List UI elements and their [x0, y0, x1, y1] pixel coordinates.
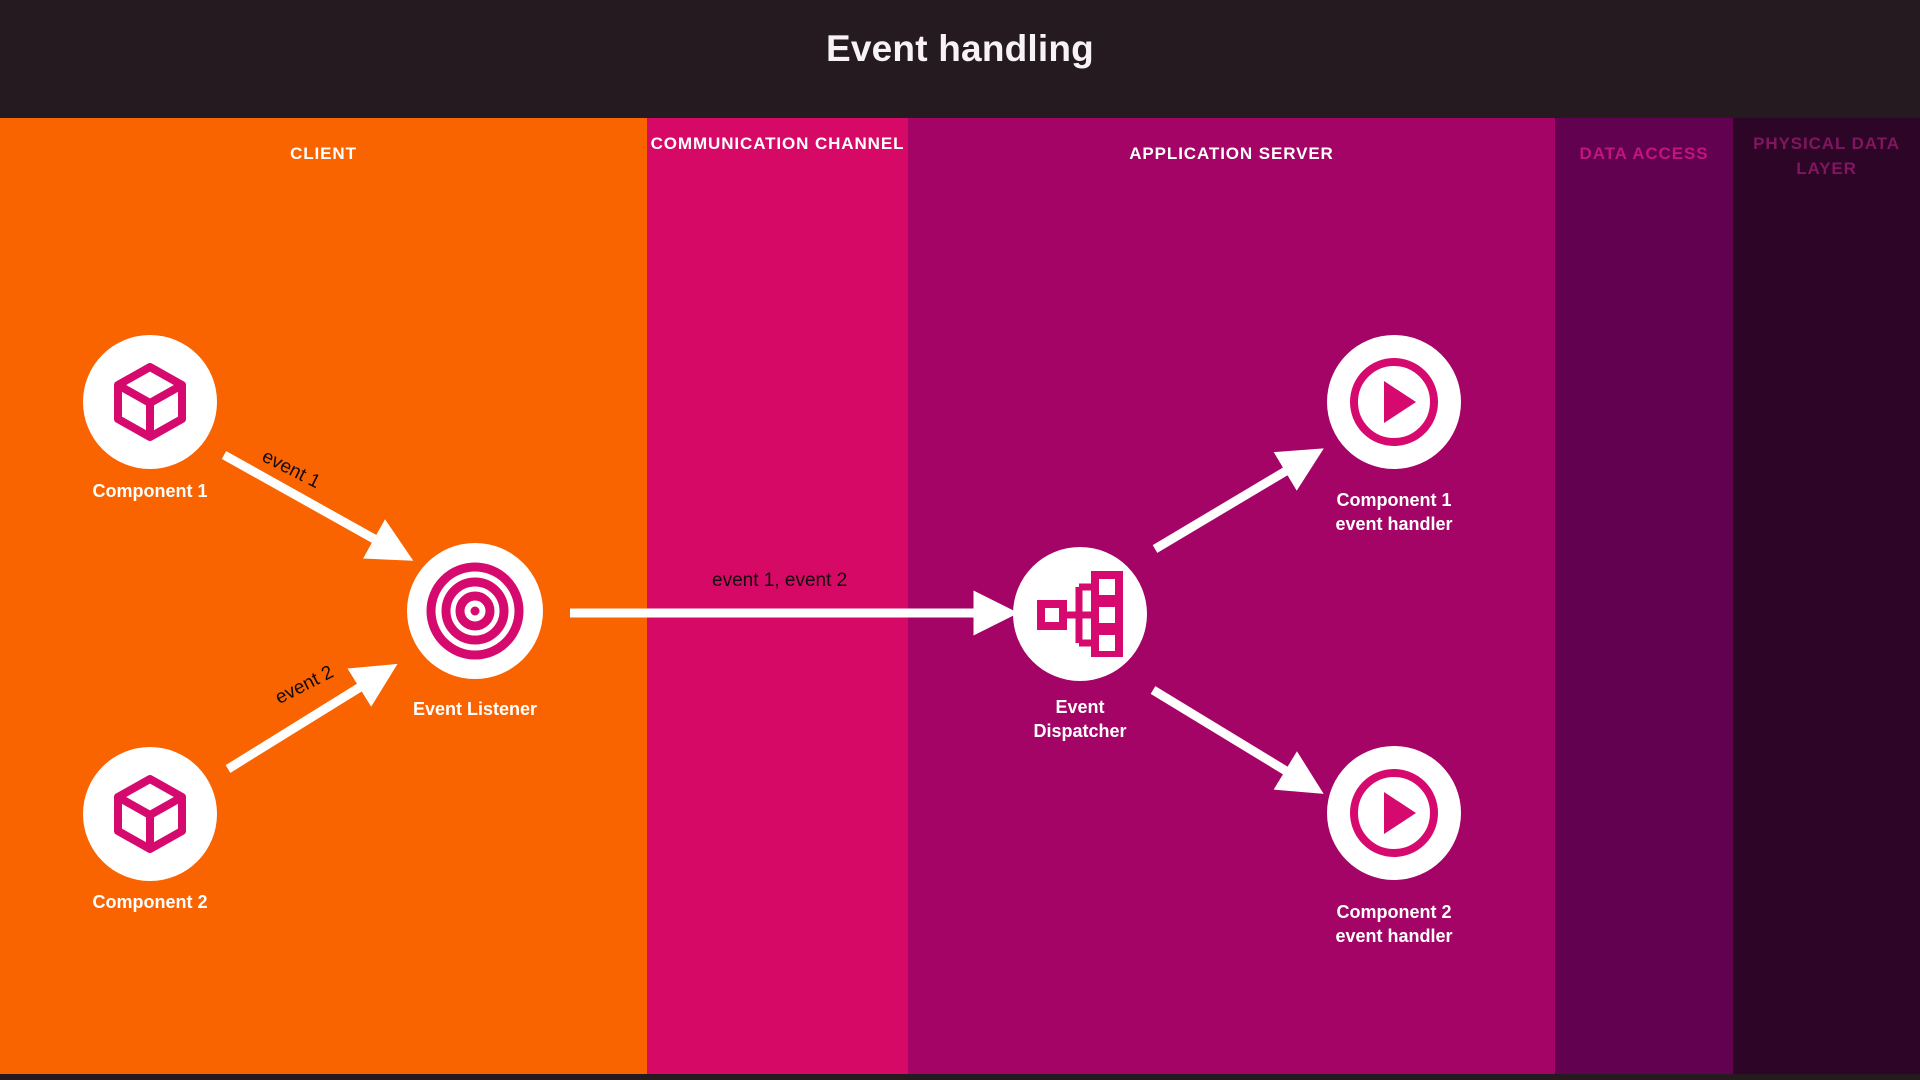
lane-label-physical-data-layer: PHYSICAL DATA LAYER [1753, 134, 1900, 178]
hierarchy-icon [1037, 571, 1123, 657]
play-icon [1350, 358, 1438, 446]
play-icon [1350, 769, 1438, 857]
lane-data-access: DATA ACCESS [1555, 118, 1733, 1080]
component-2-disc [83, 747, 217, 881]
bullseye-icon [426, 562, 524, 660]
component-2-handler-disc [1327, 746, 1461, 880]
component-2-label: Component 2 [92, 892, 208, 912]
component-1-label: Component 1 [92, 481, 208, 501]
lane-label-client: CLIENT [290, 144, 357, 163]
cube-icon [114, 775, 186, 853]
component-1-handler-label: Component 1 event handler [1335, 490, 1453, 534]
arrow-label-events-channel: event 1, event 2 [712, 570, 848, 591]
bottom-strip [0, 1074, 1920, 1080]
header-bar: Event handling [0, 0, 1920, 118]
lane-communication-channel: COMMUNICATION CHANNEL [647, 118, 908, 1080]
event-dispatcher-disc [1013, 547, 1147, 681]
lane-container: CLIENT COMMUNICATION CHANNEL APPLICATION… [0, 118, 1920, 1080]
event-listener-label: Event Listener [412, 699, 538, 719]
lane-label-data-access: DATA ACCESS [1579, 144, 1709, 163]
page-title: Event handling [826, 28, 1094, 69]
component-2-handler-label: Component 2 event handler [1335, 902, 1453, 946]
lane-client: CLIENT [0, 118, 647, 1080]
lane-physical-data-layer: PHYSICAL DATA LAYER [1733, 118, 1920, 1080]
event-dispatcher-label: Event Dispatcher [1033, 697, 1127, 741]
lane-label-communication-channel: COMMUNICATION CHANNEL [650, 134, 905, 153]
lane-label-application-server: APPLICATION SERVER [1129, 144, 1334, 163]
cube-icon [114, 363, 186, 441]
component-1-handler-disc [1327, 335, 1461, 469]
diagram-canvas: Event handling CLIENT COMMUNICATION CHAN… [0, 0, 1920, 1080]
component-1-disc [83, 335, 217, 469]
event-listener-disc [407, 543, 543, 679]
